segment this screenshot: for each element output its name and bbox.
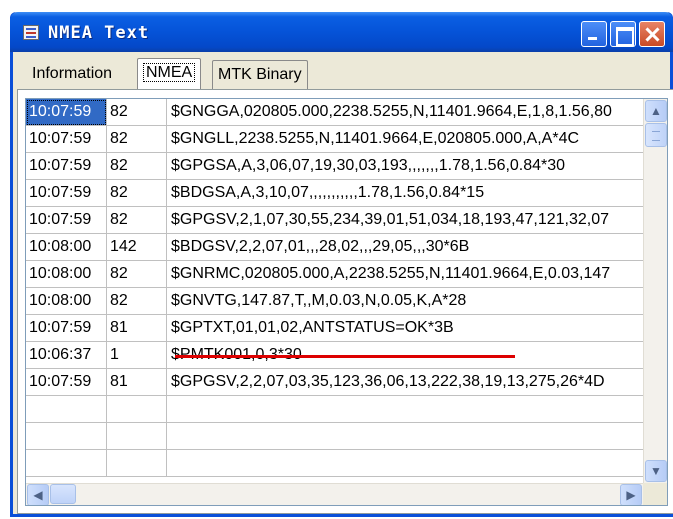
table-row[interactable]: 10:07:59 82 $GPGSV,2,1,07,30,55,234,39,01,… <box>26 207 643 234</box>
table-row[interactable]: 10:07:59 81 $GPGSV,2,2,07,03,35,123,36,06,… <box>26 369 643 396</box>
vertical-scrollbar[interactable]: ▲ ▼ <box>643 99 667 483</box>
row-length-cell <box>107 450 167 477</box>
row-length-cell: 82 <box>107 180 167 207</box>
row-time-cell: 10:07:59 <box>26 99 107 126</box>
row-time-cell: 10:08:00 <box>26 288 107 315</box>
row-sentence-cell: $GPGSV,2,2,07,03,35,123,36,06,13,222,38,… <box>167 369 643 396</box>
row-time-cell: 10:07:59 <box>26 315 107 342</box>
row-length-cell: 82 <box>107 261 167 288</box>
row-sentence-cell: $GPGSV,2,1,07,30,55,234,39,01,51,034,18,… <box>167 207 643 234</box>
row-time-cell: 10:07:59 <box>26 180 107 207</box>
minimize-icon[interactable] <box>581 21 607 47</box>
app-document-icon[interactable] <box>23 25 39 40</box>
close-icon[interactable] <box>639 21 665 47</box>
row-time-cell: 10:06:37 <box>26 342 107 369</box>
row-time-cell <box>26 423 107 450</box>
table-row[interactable]: 10:07:59 82 $GPGSA,A,3,06,07,19,30,03,193,… <box>26 153 643 180</box>
row-length-cell: 82 <box>107 153 167 180</box>
row-length-cell: 81 <box>107 369 167 396</box>
scroll-up-icon[interactable]: ▲ <box>645 100 667 122</box>
row-time-cell: 10:07:59 <box>26 153 107 180</box>
horizontal-scroll-thumb[interactable] <box>50 484 76 504</box>
row-length-cell: 82 <box>107 126 167 153</box>
row-length-cell: 1 <box>107 342 167 369</box>
table-row[interactable]: 10:07:59 82 $GNGGA,020805.000,2238.5255,N,… <box>26 99 643 126</box>
table-row[interactable]: 10:07:59 81 $GPTXT,01,01,02,ANTSTATUS=OK*3… <box>26 315 643 342</box>
row-sentence-cell <box>167 450 643 477</box>
row-sentence-cell: $GNRMC,020805.000,A,2238.5255,N,11401.96… <box>167 261 643 288</box>
tab-nmea-label: NMEA <box>143 63 196 82</box>
nmea-text-window: NMEA Text Information NMEA MTK Binary 10… <box>10 12 673 517</box>
row-length-cell: 82 <box>107 207 167 234</box>
row-length-cell: 81 <box>107 315 167 342</box>
nmea-sentence-list[interactable]: 10:07:59 82 $GNGGA,020805.000,2238.5255,N,… <box>25 98 668 506</box>
row-time-cell: 10:08:00 <box>26 261 107 288</box>
table-row[interactable] <box>26 396 643 423</box>
scrollbar-corner <box>643 483 667 505</box>
row-time-cell <box>26 450 107 477</box>
row-length-cell: 142 <box>107 234 167 261</box>
row-sentence-cell: $GNGLL,2238.5255,N,11401.9664,E,020805.0… <box>167 126 643 153</box>
row-time-cell: 10:07:59 <box>26 207 107 234</box>
row-sentence-cell: $BDGSV,2,2,07,01,,,28,02,,,29,05,,,30*6B <box>167 234 643 261</box>
scroll-right-icon[interactable]: ▶ <box>620 484 642 505</box>
row-time-cell: 10:07:59 <box>26 369 107 396</box>
table-row[interactable]: 10:07:59 82 $BDGSA,A,3,10,07,,,,,,,,,,,1.7… <box>26 180 643 207</box>
annotation-underline <box>175 355 515 358</box>
window-title: NMEA Text <box>48 23 150 43</box>
row-sentence-cell: $GNVTG,147.87,T,,M,0.03,N,0.05,K,A*28 <box>167 288 643 315</box>
row-time-cell: 10:08:00 <box>26 234 107 261</box>
nmea-tab-panel: 10:07:59 82 $GNGGA,020805.000,2238.5255,N,… <box>17 89 673 514</box>
row-sentence-cell: $BDGSA,A,3,10,07,,,,,,,,,,,1.78,1.56,0.8… <box>167 180 643 207</box>
tab-nmea[interactable]: NMEA <box>137 58 202 90</box>
row-sentence-cell <box>167 396 643 423</box>
table-row[interactable]: 10:08:00 142 $BDGSV,2,2,07,01,,,28,02,,,29… <box>26 234 643 261</box>
title-bar[interactable]: NMEA Text <box>10 12 673 52</box>
row-time-cell <box>26 396 107 423</box>
row-length-cell: 82 <box>107 288 167 315</box>
row-time-cell: 10:07:59 <box>26 126 107 153</box>
list-rows: 10:07:59 82 $GNGGA,020805.000,2238.5255,N,… <box>26 99 643 483</box>
table-row[interactable]: 10:07:59 82 $GNGLL,2238.5255,N,11401.9664,… <box>26 126 643 153</box>
row-sentence-cell: $GPGSA,A,3,06,07,19,30,03,193,,,,,,,1.78… <box>167 153 643 180</box>
row-length-cell: 82 <box>107 99 167 126</box>
row-sentence-cell: $GPTXT,01,01,02,ANTSTATUS=OK*3B <box>167 315 643 342</box>
scroll-left-icon[interactable]: ◀ <box>27 484 49 505</box>
table-row[interactable]: 10:08:00 82 $GNVTG,147.87,T,,M,0.03,N,0.05… <box>26 288 643 315</box>
vertical-scroll-thumb[interactable] <box>645 123 667 147</box>
row-sentence-cell <box>167 423 643 450</box>
scroll-down-icon[interactable]: ▼ <box>645 460 667 482</box>
horizontal-scrollbar[interactable]: ◀ ▶ <box>26 483 643 505</box>
tab-information[interactable]: Information <box>27 60 117 90</box>
tab-mtk-binary[interactable]: MTK Binary <box>212 60 308 90</box>
row-length-cell <box>107 423 167 450</box>
row-sentence-cell: $GNGGA,020805.000,2238.5255,N,11401.9664… <box>167 99 643 126</box>
table-row[interactable] <box>26 450 643 477</box>
row-length-cell <box>107 396 167 423</box>
maximize-icon[interactable] <box>610 21 636 47</box>
table-row[interactable] <box>26 423 643 450</box>
table-row[interactable]: 10:08:00 82 $GNRMC,020805.000,A,2238.5255,… <box>26 261 643 288</box>
